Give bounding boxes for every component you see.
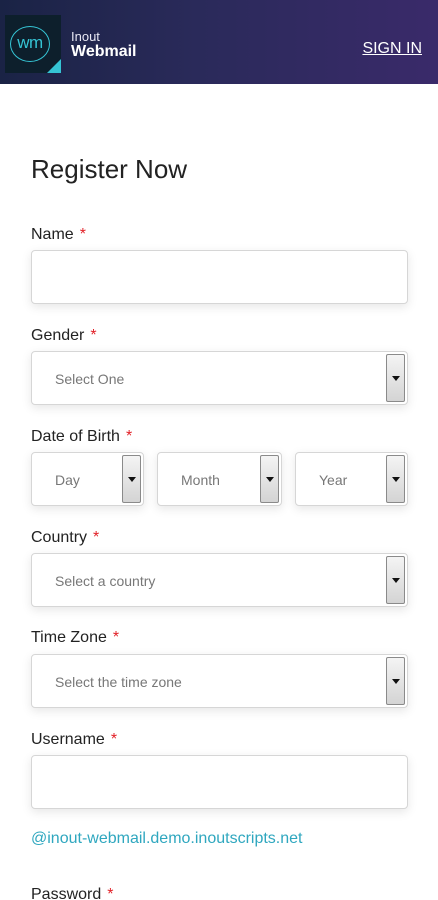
brand-subtitle: Inout — [71, 29, 100, 44]
day-placeholder: Day — [55, 472, 80, 488]
gender-label: Gender * — [31, 327, 97, 345]
gender-placeholder: Select One — [55, 371, 125, 387]
day-select[interactable]: Day — [31, 452, 144, 506]
name-input[interactable] — [31, 250, 408, 304]
country-placeholder: Select a country — [55, 573, 156, 589]
country-label: Country * — [31, 529, 99, 547]
required-marker: * — [79, 226, 86, 243]
month-placeholder: Month — [181, 472, 220, 488]
sign-in-link[interactable]: SIGN IN — [362, 40, 422, 58]
name-label-text: Name — [31, 226, 74, 243]
required-marker: * — [110, 731, 118, 748]
month-select[interactable]: Month — [157, 452, 282, 506]
dob-label-text: Date of Birth — [31, 428, 120, 445]
username-label: Username * — [31, 731, 117, 749]
chevron-down-icon[interactable] — [386, 455, 405, 503]
chevron-down-icon[interactable] — [386, 354, 405, 402]
chevron-down-icon[interactable] — [386, 556, 405, 604]
page-title: Register Now — [31, 154, 188, 184]
timezone-label: Time Zone * — [31, 629, 119, 647]
country-select[interactable]: Select a country — [31, 553, 408, 607]
country-label-text: Country — [31, 529, 88, 546]
required-marker: * — [93, 529, 100, 546]
username-input[interactable] — [31, 755, 408, 809]
year-select[interactable]: Year — [295, 452, 408, 506]
required-marker: * — [90, 327, 97, 344]
required-marker: * — [107, 886, 114, 900]
email-domain-suffix: @inout-webmail.demo.inoutscripts.net — [31, 830, 303, 847]
required-marker: * — [112, 629, 120, 646]
logo[interactable]: wm — [5, 15, 61, 73]
logo-mark: wm — [10, 26, 50, 62]
gender-label-text: Gender — [31, 327, 85, 344]
year-placeholder: Year — [319, 472, 348, 488]
password-label-text: Password — [31, 886, 102, 900]
app-header: wm Inout Webmail SIGN IN — [0, 0, 438, 84]
required-marker: * — [125, 428, 133, 445]
chevron-down-icon[interactable] — [260, 455, 279, 503]
gender-select[interactable]: Select One — [31, 351, 408, 405]
chevron-down-icon[interactable] — [122, 455, 141, 503]
timezone-label-text: Time Zone — [31, 629, 107, 646]
brand-title: Webmail — [71, 43, 137, 60]
username-label-text: Username — [31, 731, 105, 748]
dob-label: Date of Birth * — [31, 428, 132, 446]
timezone-select[interactable]: Select the time zone — [31, 654, 408, 708]
logo-corner-accent — [47, 59, 61, 73]
name-label: Name * — [31, 226, 86, 244]
timezone-placeholder: Select the time zone — [55, 674, 182, 690]
chevron-down-icon[interactable] — [386, 657, 405, 705]
password-label: Password * — [31, 886, 113, 900]
